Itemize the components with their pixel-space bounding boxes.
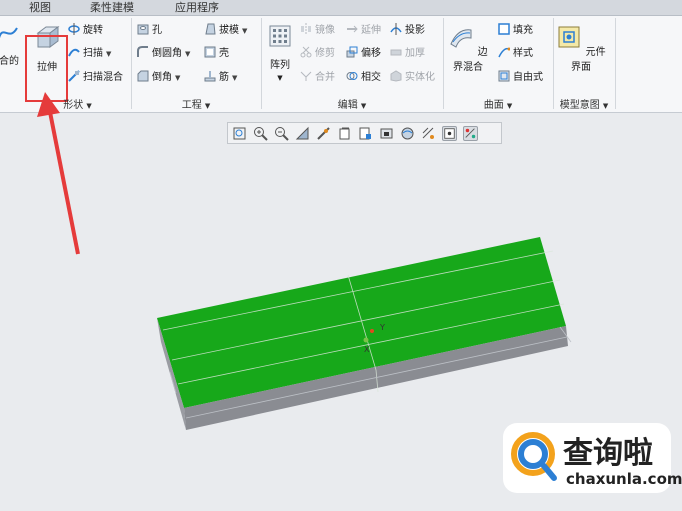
watermark-en-text: chaxunla.com — [566, 470, 682, 488]
watermark-cn-text: 查询啦 — [563, 436, 653, 471]
arrow-shaft — [48, 111, 80, 255]
arrow-head-icon — [37, 92, 60, 117]
watermark-logo-icon — [511, 432, 557, 481]
